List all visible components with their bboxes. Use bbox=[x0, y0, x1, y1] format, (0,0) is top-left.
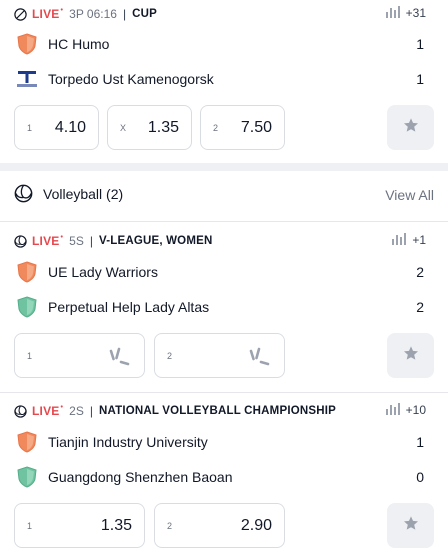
team-name: Guangdong Shenzhen Baoan bbox=[48, 469, 233, 485]
match-time: 5S bbox=[69, 234, 84, 248]
team-away[interactable]: Torpedo Ust Kamenogorsk bbox=[16, 68, 214, 90]
stats-icon bbox=[385, 402, 406, 418]
favorite-button[interactable] bbox=[387, 503, 434, 548]
star-icon bbox=[403, 515, 419, 536]
markets-count: +1 bbox=[412, 233, 426, 247]
team-home-score: 1 bbox=[416, 434, 424, 450]
star-icon bbox=[403, 345, 419, 366]
league-name[interactable]: NATIONAL VOLLEYBALL CHAMPIONSHIP bbox=[99, 405, 336, 417]
team-logo-icon bbox=[16, 68, 38, 90]
favorite-button[interactable] bbox=[387, 105, 434, 150]
stats-icon bbox=[392, 232, 412, 248]
volleyball-icon bbox=[14, 184, 33, 203]
match-header: LIVE• 2S | NATIONAL VOLLEYBALL CHAMPIONS… bbox=[14, 402, 336, 420]
section-separator bbox=[0, 163, 448, 171]
sport-title: Volleyball (2) bbox=[43, 185, 124, 202]
team-home[interactable]: HC Humo bbox=[16, 33, 109, 55]
view-all-link[interactable]: View All bbox=[385, 187, 434, 203]
odds-label: 1 bbox=[27, 520, 33, 531]
more-markets[interactable]: +31 bbox=[385, 4, 426, 22]
live-badge: LIVE• bbox=[32, 404, 64, 418]
live-badge: LIVE• bbox=[32, 234, 64, 248]
stats-icon bbox=[385, 5, 406, 21]
league-name[interactable]: V-LEAGUE, WOMEN bbox=[99, 235, 213, 247]
star-icon bbox=[403, 117, 419, 138]
odds-value: 1.35 bbox=[147, 118, 179, 136]
more-markets[interactable]: +1 bbox=[392, 231, 426, 249]
odds-label: 2 bbox=[167, 520, 173, 531]
team-away-score: 2 bbox=[416, 299, 424, 315]
shield-crest-icon bbox=[16, 296, 38, 318]
odds-value: 2.90 bbox=[240, 516, 272, 534]
odds-button-x[interactable]: X 1.35 bbox=[107, 105, 192, 150]
odds-button-2[interactable]: 2 2.90 bbox=[154, 503, 285, 548]
league-name[interactable]: CUP bbox=[132, 8, 157, 20]
team-name: Perpetual Help Lady Altas bbox=[48, 299, 210, 315]
volleyball-icon bbox=[14, 234, 27, 248]
match-time: 2S bbox=[69, 404, 84, 418]
odds-value: 7.50 bbox=[240, 118, 272, 136]
team-name: Torpedo Ust Kamenogorsk bbox=[48, 71, 214, 87]
odds-value: 1.35 bbox=[100, 516, 132, 534]
odds-button-2-locked[interactable]: 2 bbox=[154, 333, 285, 378]
match-header: LIVE• 3P 06:16 | CUP bbox=[14, 5, 157, 23]
odds-button-1[interactable]: 1 1.35 bbox=[14, 503, 145, 548]
shield-crest-icon bbox=[16, 261, 38, 283]
live-badge: LIVE• bbox=[32, 7, 64, 21]
shield-crest-icon bbox=[16, 431, 38, 453]
odds-label: 2 bbox=[167, 350, 173, 361]
divider bbox=[0, 221, 448, 222]
team-home-score: 2 bbox=[416, 264, 424, 280]
team-home-score: 1 bbox=[416, 36, 424, 52]
odds-label: 2 bbox=[213, 122, 219, 133]
odds-value: 4.10 bbox=[54, 118, 86, 136]
team-name: UE Lady Warriors bbox=[48, 264, 158, 280]
divider bbox=[0, 392, 448, 393]
team-away-score: 1 bbox=[416, 71, 424, 87]
favorite-button[interactable] bbox=[387, 333, 434, 378]
odds-label: X bbox=[120, 122, 127, 133]
match-header: LIVE• 5S | V-LEAGUE, WOMEN bbox=[14, 232, 212, 250]
suspended-icon bbox=[106, 345, 132, 367]
team-away[interactable]: Guangdong Shenzhen Baoan bbox=[16, 466, 233, 488]
volleyball-icon bbox=[14, 404, 27, 418]
markets-count: +10 bbox=[405, 403, 426, 417]
hockey-icon bbox=[14, 7, 27, 21]
team-home[interactable]: Tianjin Industry University bbox=[16, 431, 208, 453]
separator: | bbox=[122, 7, 127, 21]
odds-button-1[interactable]: 1 4.10 bbox=[14, 105, 99, 150]
suspended-icon bbox=[246, 345, 272, 367]
odds-label: 1 bbox=[27, 122, 33, 133]
markets-count: +31 bbox=[405, 6, 426, 20]
shield-crest-icon bbox=[16, 466, 38, 488]
team-name: HC Humo bbox=[48, 36, 110, 52]
match-time: 3P 06:16 bbox=[69, 7, 117, 21]
shield-crest-icon bbox=[16, 33, 38, 55]
separator: | bbox=[89, 234, 93, 248]
team-away[interactable]: Perpetual Help Lady Altas bbox=[16, 296, 209, 318]
team-away-score: 0 bbox=[416, 469, 424, 485]
separator: | bbox=[89, 404, 93, 418]
odds-label: 1 bbox=[27, 350, 33, 361]
team-home[interactable]: UE Lady Warriors bbox=[16, 261, 158, 283]
sport-header[interactable]: Volleyball (2) bbox=[14, 184, 123, 203]
team-name: Tianjin Industry University bbox=[48, 434, 208, 450]
odds-button-2[interactable]: 2 7.50 bbox=[200, 105, 285, 150]
more-markets[interactable]: +10 bbox=[385, 401, 426, 419]
odds-button-1-locked[interactable]: 1 bbox=[14, 333, 145, 378]
